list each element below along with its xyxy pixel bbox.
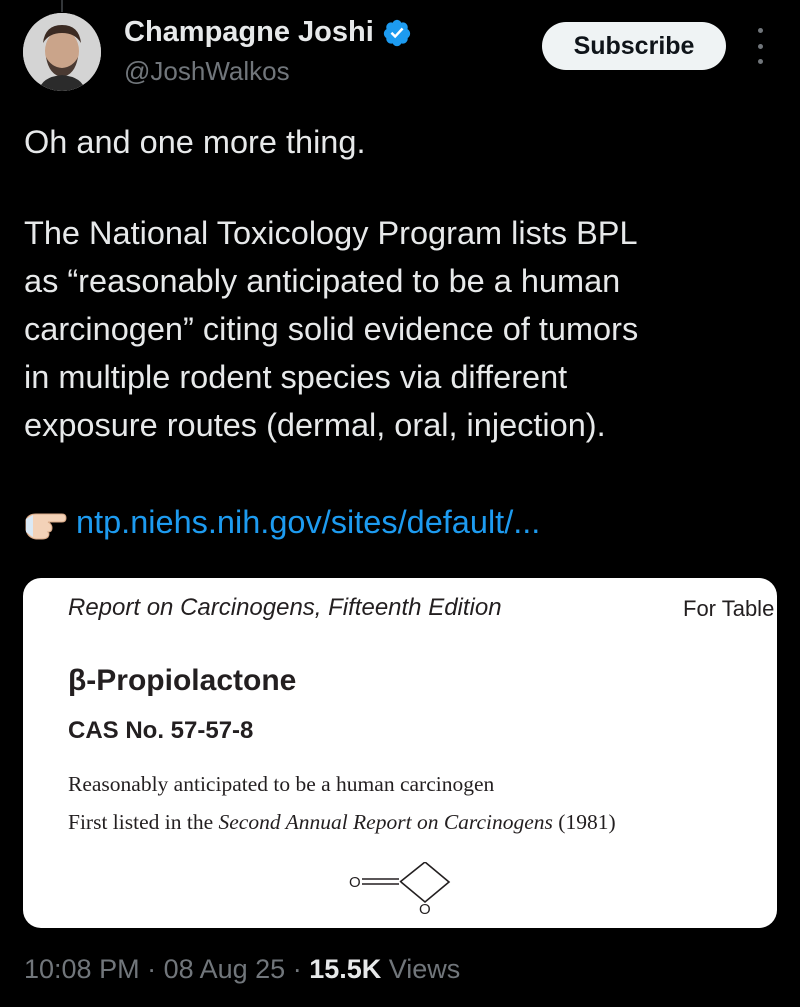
avatar[interactable] (23, 13, 101, 91)
tweet-time[interactable]: 10:08 PM (24, 954, 140, 984)
tweet-meta: 10:08 PM · 08 Aug 25 · 15.5K Views (24, 954, 460, 985)
verified-badge-icon (383, 19, 410, 46)
meta-separator: · (139, 954, 164, 984)
tweet-date[interactable]: 08 Aug 25 (164, 954, 286, 984)
tweet-line: in multiple rodent species via different (24, 359, 568, 395)
first-listed-report: Second Annual Report on Carcinogens (218, 810, 553, 834)
tweet-line: The National Toxicology Program lists BP… (24, 215, 638, 251)
listing-status: Reasonably anticipated to be a human car… (68, 772, 495, 796)
tweet-line: exposure routes (dermal, oral, injection… (24, 407, 606, 443)
author-name[interactable]: Champagne Joshi (124, 16, 374, 49)
pointing-hand-icon (25, 513, 67, 540)
views-label: Views (381, 954, 461, 984)
tweet-line: carcinogen” citing solid evidence of tum… (24, 311, 639, 347)
meta-separator: · (285, 954, 310, 984)
first-listed-prefix: First listed in the (68, 810, 219, 834)
chemical-structure-diagram: O O (349, 862, 451, 918)
first-listed-year: (1981) (552, 810, 616, 834)
structure-ring-oxygen-label: O (419, 901, 431, 918)
thread-connector (61, 0, 63, 12)
avatar-photo (23, 13, 101, 91)
tweet-line: Oh and one more thing. (24, 124, 366, 160)
document-title: β-Propiolactone (68, 664, 297, 697)
media-image-card[interactable]: Report on Carcinogens, Fifteenth Edition… (23, 578, 777, 928)
source-link[interactable]: ntp.niehs.nih.gov/sites/default/... (76, 498, 540, 546)
document-for-table: For Table (683, 596, 775, 621)
tweet-line: as “reasonably anticipated to be a human (24, 263, 621, 299)
subscribe-button[interactable]: Subscribe (542, 22, 726, 70)
link-row: ntp.niehs.nih.gov/sites/default/... (24, 498, 540, 546)
cas-number: CAS No. 57-57-8 (68, 717, 254, 744)
structure-oxygen-label: O (349, 874, 361, 891)
author-name-row[interactable]: Champagne Joshi (124, 16, 412, 49)
document-header: Report on Carcinogens, Fifteenth Edition (68, 594, 502, 621)
more-options-icon[interactable] (752, 28, 768, 64)
first-listed-line: First listed in the Second Annual Report… (68, 810, 616, 835)
views-count: 15.5K (309, 954, 382, 984)
author-handle[interactable]: @JoshWalkos (124, 56, 290, 87)
